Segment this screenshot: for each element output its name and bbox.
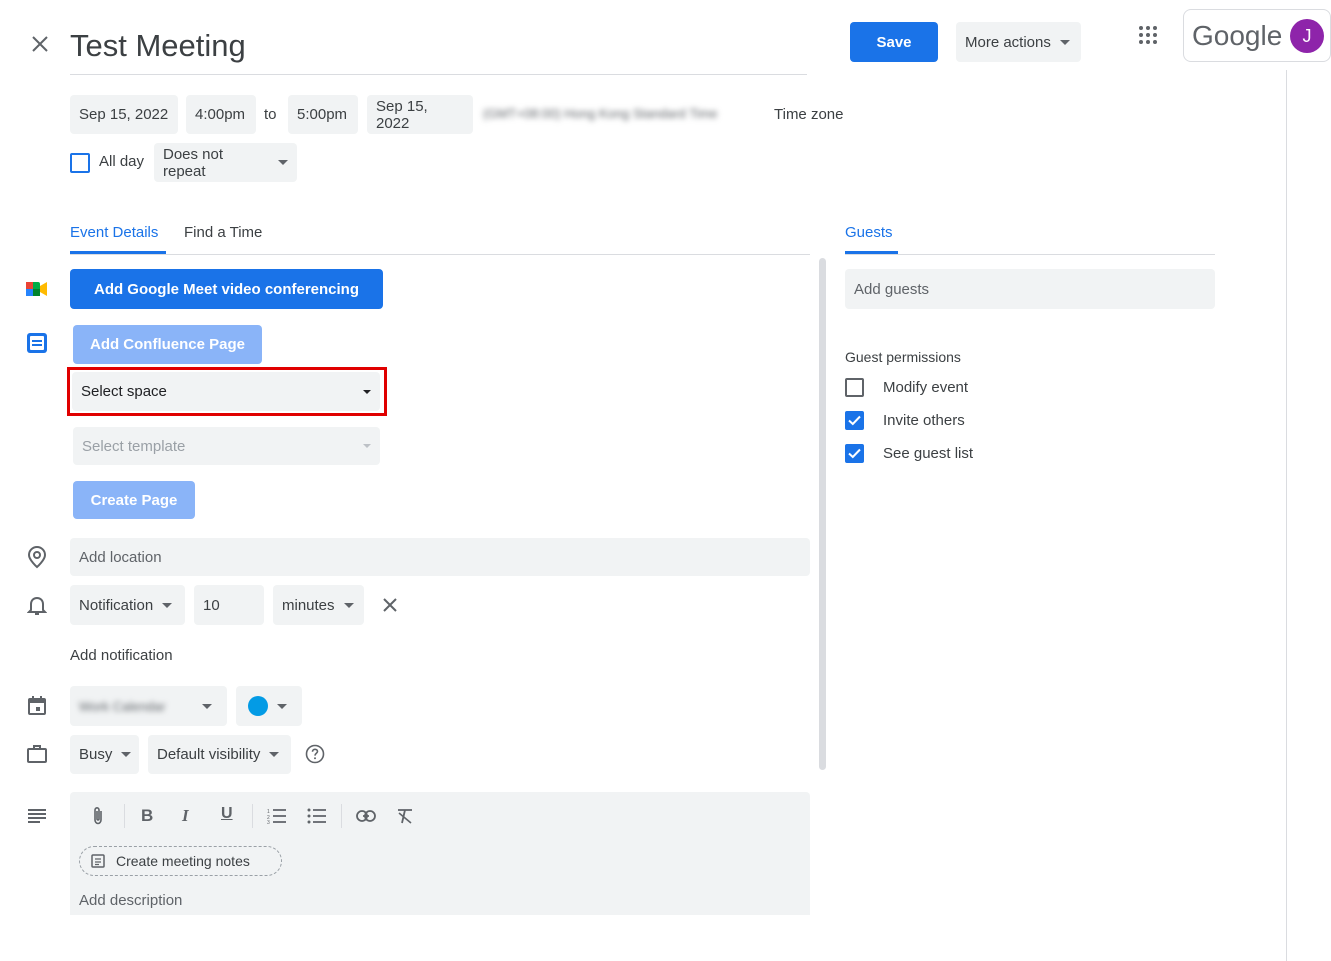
numbered-list-icon[interactable]: 123 xyxy=(267,808,287,824)
guest-permissions-title: Guest permissions xyxy=(845,349,961,365)
more-actions-button[interactable]: More actions xyxy=(956,22,1081,62)
chevron-down-icon xyxy=(1059,39,1070,45)
help-icon[interactable] xyxy=(305,744,325,764)
create-meeting-notes-button[interactable]: Create meeting notes xyxy=(79,846,282,876)
event-color-swatch xyxy=(248,696,268,716)
start-date-field[interactable]: Sep 15, 2022 xyxy=(70,95,178,134)
chevron-down-icon xyxy=(363,389,371,394)
guests-divider xyxy=(845,254,1215,255)
add-notification-link[interactable]: Add notification xyxy=(70,647,173,664)
add-meet-button[interactable]: Add Google Meet video conferencing xyxy=(70,269,383,309)
bulleted-list-icon[interactable] xyxy=(307,808,327,824)
google-meet-icon xyxy=(26,279,48,299)
tab-event-details[interactable]: Event Details xyxy=(70,224,158,241)
start-time-field[interactable]: 4:00pm xyxy=(186,95,256,134)
all-day-checkbox[interactable] xyxy=(70,153,90,173)
tab-find-time[interactable]: Find a Time xyxy=(184,224,262,241)
clear-formatting-icon[interactable] xyxy=(396,808,414,824)
event-color-dropdown[interactable] xyxy=(236,686,302,726)
link-icon[interactable] xyxy=(356,810,376,822)
end-time-field[interactable]: 5:00pm xyxy=(288,95,358,134)
underline-icon[interactable]: U xyxy=(221,805,233,823)
calendar-dropdown[interactable]: Work Calendar xyxy=(70,686,227,726)
tabs-divider xyxy=(70,254,810,255)
busy-dropdown[interactable]: Busy xyxy=(70,735,139,774)
side-panel-divider xyxy=(1286,70,1287,961)
checkmark-icon xyxy=(848,415,861,426)
select-template-dropdown[interactable]: Select template xyxy=(73,427,380,465)
toolbar-divider xyxy=(124,804,125,828)
permission-modify-event[interactable]: Modify event xyxy=(845,378,968,397)
tab-guests[interactable]: Guests xyxy=(845,224,893,241)
notification-value-input[interactable]: 10 xyxy=(194,585,264,625)
permission-invite-others[interactable]: Invite others xyxy=(845,411,965,430)
apps-grid-icon[interactable] xyxy=(1137,24,1159,46)
close-icon[interactable] xyxy=(28,32,52,56)
description-editor[interactable]: B I U 123 Create meeting notes Add descr… xyxy=(70,792,810,915)
notes-doc-icon xyxy=(91,854,105,868)
avatar-letter: J xyxy=(1302,25,1312,46)
confluence-icon xyxy=(26,332,48,354)
timezone-value: (GMT+08:00) Hong Kong Standard Time xyxy=(483,106,718,121)
event-title-input[interactable]: Test Meeting xyxy=(70,24,807,75)
description-lines-icon xyxy=(28,809,46,823)
create-page-button[interactable]: Create Page xyxy=(73,481,195,519)
briefcase-icon xyxy=(27,744,47,763)
chevron-down-icon xyxy=(343,602,354,608)
modify-event-checkbox[interactable] xyxy=(845,378,864,397)
chevron-down-icon xyxy=(278,160,288,165)
description-placeholder: Add description xyxy=(79,892,183,909)
google-logo: Google xyxy=(1192,20,1283,51)
bold-icon[interactable]: B xyxy=(141,806,153,826)
checkmark-icon xyxy=(848,448,861,459)
scrollbar[interactable] xyxy=(819,258,826,770)
toolbar-divider xyxy=(341,804,342,828)
attachment-icon[interactable] xyxy=(90,806,106,826)
select-space-dropdown[interactable]: Select space xyxy=(72,372,380,411)
save-button[interactable]: Save xyxy=(850,22,938,62)
remove-notification-icon[interactable] xyxy=(382,597,398,613)
notification-unit-dropdown[interactable]: minutes xyxy=(273,585,364,625)
add-confluence-page-button[interactable]: Add Confluence Page xyxy=(73,325,262,364)
notification-type-dropdown[interactable]: Notification xyxy=(70,585,185,625)
repeat-dropdown[interactable]: Does not repeat xyxy=(154,143,297,182)
invite-others-checkbox[interactable] xyxy=(845,411,864,430)
svg-text:3: 3 xyxy=(267,820,270,824)
end-date-field[interactable]: Sep 15, 2022 xyxy=(367,95,473,134)
chevron-down-icon xyxy=(363,444,371,448)
more-actions-label: More actions xyxy=(965,33,1051,51)
chevron-down-icon xyxy=(277,703,287,709)
toolbar-divider xyxy=(252,804,253,828)
event-title: Test Meeting xyxy=(70,28,246,63)
visibility-dropdown[interactable]: Default visibility xyxy=(148,735,291,774)
chevron-down-icon xyxy=(269,752,280,757)
google-account-box[interactable]: Google J xyxy=(1183,9,1331,62)
chevron-down-icon xyxy=(121,752,132,757)
chevron-down-icon xyxy=(162,602,173,608)
location-pin-icon xyxy=(27,545,47,569)
chevron-down-icon xyxy=(202,703,212,709)
location-input[interactable]: Add location xyxy=(70,538,810,576)
calendar-icon xyxy=(27,696,47,716)
see-guest-list-checkbox[interactable] xyxy=(845,444,864,463)
bell-icon xyxy=(27,594,47,616)
avatar[interactable]: J xyxy=(1290,19,1324,53)
add-guests-input[interactable]: Add guests xyxy=(845,269,1215,309)
permission-see-guest-list[interactable]: See guest list xyxy=(845,444,973,463)
to-label: to xyxy=(264,106,277,123)
italic-icon[interactable]: I xyxy=(182,806,189,826)
timezone-button[interactable]: Time zone xyxy=(774,106,843,123)
all-day-label: All day xyxy=(99,153,145,170)
